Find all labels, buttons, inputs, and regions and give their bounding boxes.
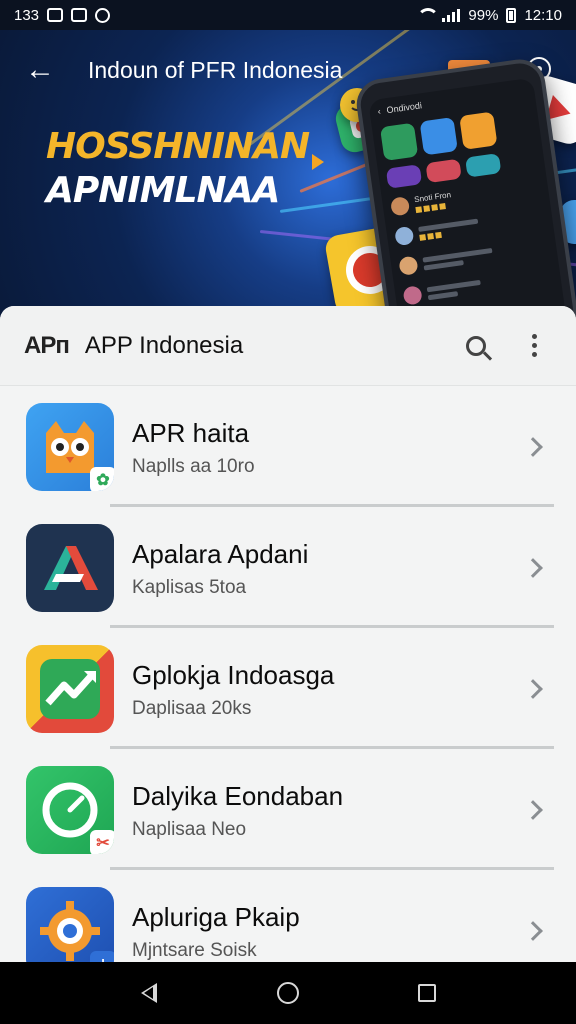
hero-topbar: ← Indoun of PFR Indonesia: [0, 30, 576, 110]
search-button[interactable]: [456, 326, 496, 366]
app-subtitle: Daplisaa 20ks: [132, 697, 252, 719]
list-item[interactable]: + Apluriga Pkaip Mjntsare Soisk: [0, 870, 576, 962]
signal-icon: [442, 8, 461, 22]
chevron-right-icon: [523, 920, 543, 941]
media-icon: [47, 8, 64, 22]
plus-badge-icon: +: [90, 950, 114, 962]
hero-banner: ← Indoun of PFR Indonesia HOSSHNINAN APN…: [0, 30, 576, 320]
app-subtitle: Naplls aa 10ro: [132, 455, 255, 477]
wifi-icon: [416, 8, 440, 22]
nav-back-button[interactable]: [125, 969, 173, 1017]
gear-app-icon: +: [26, 886, 114, 962]
home-circle-icon: [276, 982, 299, 1004]
status-right: 99% 12:10: [416, 7, 562, 24]
app-title: Dalyika Eondaban: [132, 780, 344, 811]
battery-icon: [506, 7, 517, 23]
headline-line-1: HOSSHNINAN: [46, 126, 310, 167]
status-left: 133: [14, 6, 111, 24]
phone-tile: [425, 158, 462, 184]
sheet-title: APP Indonesia: [84, 331, 244, 359]
leaf-badge-icon: ✿: [90, 466, 114, 491]
phone-avatar: [398, 255, 419, 276]
nav-home-button[interactable]: [264, 969, 312, 1017]
back-triangle-icon: [141, 983, 158, 1003]
phone-avatar: [394, 225, 415, 247]
owl-app-icon: ✿: [26, 402, 114, 491]
back-button[interactable]: ←: [20, 50, 60, 90]
app-subtitle: Kaplisas 5toa: [132, 576, 247, 598]
spark-icon: [312, 154, 324, 170]
gallery-icon: [71, 8, 88, 22]
app-subtitle: Naplisaa Neo: [132, 818, 247, 840]
status-left-text: 133: [14, 6, 40, 24]
chevron-right-icon: [523, 557, 543, 578]
app-subtitle: Mjntsare Soisk: [132, 939, 257, 961]
chevron-right-icon: [523, 436, 543, 457]
recents-square-icon: [417, 984, 436, 1002]
phone-screen: ‹ Ondivodi Snoti Fron: [368, 77, 567, 320]
app-title: Gplokja Indoasga: [132, 659, 335, 690]
list-item[interactable]: Apalara Apdani Kaplisas 5toa: [0, 507, 576, 628]
app-logo: APᴨ: [24, 331, 70, 359]
sheet-header: APᴨ APP Indonesia: [0, 306, 576, 386]
phone-tile: [459, 111, 498, 150]
status-bar: 133 99% 12:10: [0, 0, 576, 30]
phone-tile: [379, 122, 419, 162]
app-title: APR haita: [132, 417, 250, 448]
app-title: Apalara Apdani: [132, 538, 309, 569]
list-item[interactable]: ✿ APR haita Naplls aa 10ro: [0, 386, 576, 507]
phone-avatar: [389, 196, 411, 217]
hero-title: Indoun of PFR Indonesia: [88, 56, 343, 83]
notification-icon: [95, 7, 111, 23]
arrow-left-icon: ←: [25, 53, 55, 86]
trend-app-icon: [26, 644, 114, 733]
navigation-bar: [0, 962, 576, 1024]
phone-tile: [464, 153, 502, 178]
search-icon: [466, 335, 486, 356]
more-vertical-icon: [531, 334, 537, 339]
list-item[interactable]: ✂ Dalyika Eondaban Naplisaa Neo: [0, 749, 576, 870]
hero-headline: HOSSHNINAN APNIMLNAA: [46, 125, 310, 213]
status-time: 12:10: [524, 6, 562, 24]
app-list-sheet: APᴨ APP Indonesia ✿ APR haita Naplls aa …: [0, 306, 576, 962]
phone-tile: [419, 117, 458, 156]
battery-percent: 99%: [468, 6, 499, 24]
more-options-button[interactable]: [516, 326, 552, 366]
gauge-app-icon: ✂: [26, 765, 114, 854]
chevron-right-icon: [523, 678, 543, 699]
headline-line-2: APNIMLNAA: [46, 170, 280, 211]
app-title: Apluriga Pkaip: [132, 901, 300, 932]
app-list: ✿ APR haita Naplls aa 10ro Apalara Apdan…: [0, 386, 576, 962]
chevron-right-icon: [523, 799, 543, 820]
list-item[interactable]: Gplokja Indoasga Daplisaa 20ks: [0, 628, 576, 749]
phone-avatar: [402, 285, 423, 306]
phone-tile: [385, 164, 423, 189]
scissors-badge-icon: ✂: [90, 829, 114, 854]
letter-a-app-icon: [26, 523, 114, 612]
nav-recents-button[interactable]: [403, 969, 451, 1017]
